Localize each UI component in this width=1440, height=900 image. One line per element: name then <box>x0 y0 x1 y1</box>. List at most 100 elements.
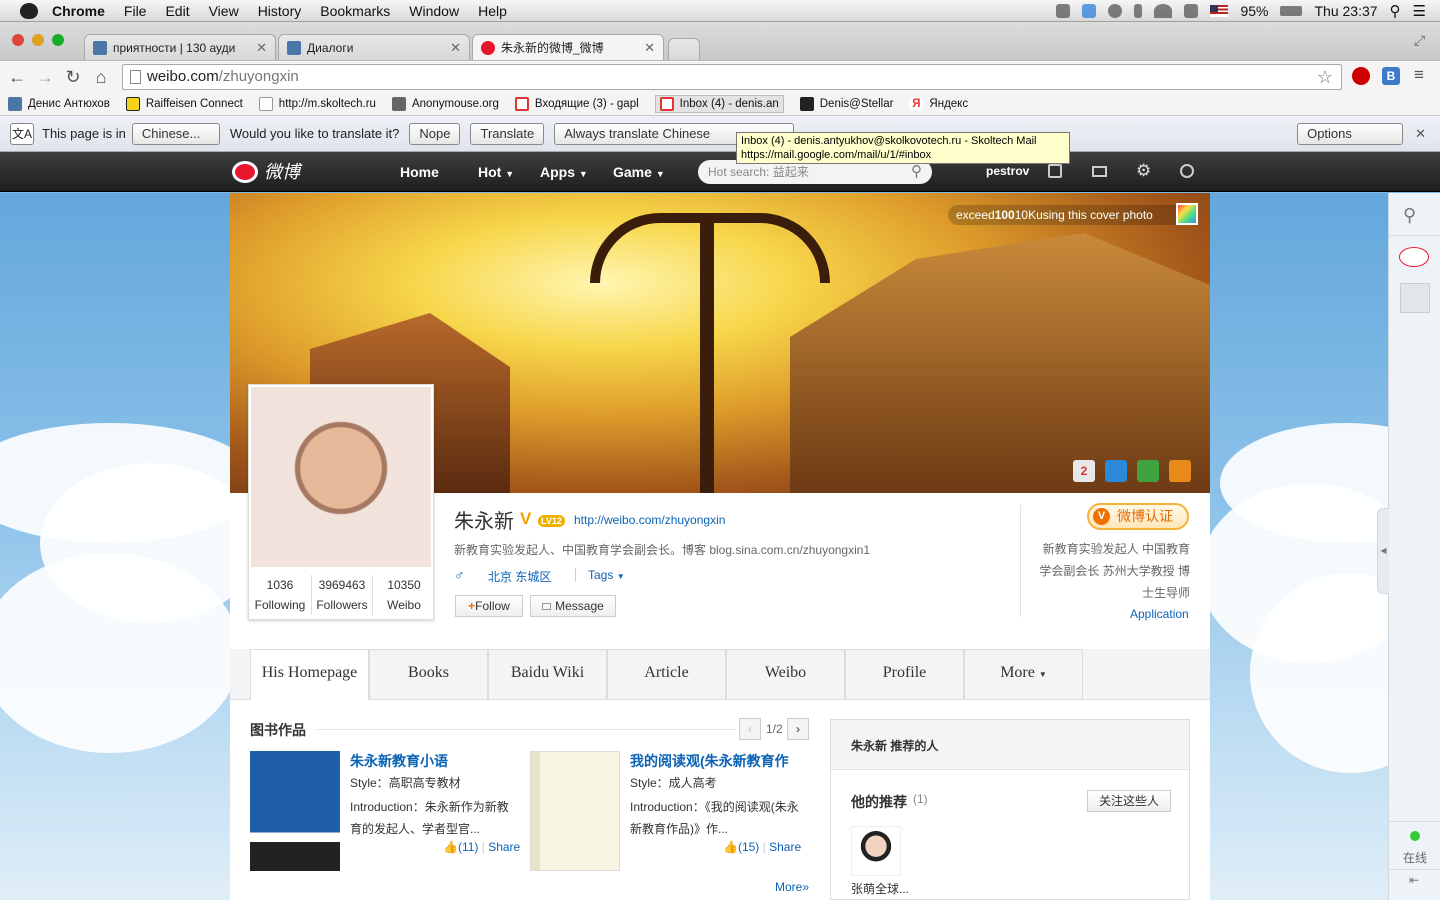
wifi-icon[interactable] <box>1154 3 1173 18</box>
like-count[interactable]: (15) <box>738 840 759 854</box>
bookmark-item[interactable]: Denis@Stellar <box>799 96 893 111</box>
tab-his-homepage[interactable]: His Homepage <box>250 649 369 700</box>
avatar[interactable] <box>1400 283 1430 313</box>
weibo-verified-badge[interactable]: V 微博认证 <box>1087 503 1189 530</box>
battery-icon[interactable] <box>1280 5 1303 16</box>
tags-link[interactable]: Tags ▼ <box>575 568 625 582</box>
sina-logo-icon[interactable] <box>1399 247 1429 267</box>
bookmark-item[interactable]: Денис Антюхов <box>8 96 110 111</box>
logout-icon[interactable] <box>1180 164 1194 178</box>
close-icon[interactable]: ✕ <box>256 40 267 56</box>
bookmark-item[interactable]: Raiffeisen Connect <box>125 96 243 111</box>
reload-icon[interactable]: ↻ <box>62 66 84 88</box>
verified-v-icon[interactable]: V <box>520 509 531 529</box>
zoom-window-button[interactable] <box>52 34 64 46</box>
search-icon[interactable]: ⚲ <box>1403 205 1416 226</box>
dropbox-icon[interactable] <box>1082 3 1097 18</box>
nav-home[interactable]: Home <box>400 152 439 192</box>
menu-window[interactable]: Window <box>409 3 459 19</box>
back-icon[interactable]: ← <box>6 66 28 88</box>
tab-books[interactable]: Books <box>369 649 488 699</box>
location-link[interactable]: 北京 东城区 <box>488 568 551 585</box>
time-machine-icon[interactable] <box>1108 3 1123 18</box>
menu-edit[interactable]: Edit <box>165 3 189 19</box>
application-link[interactable]: Application <box>1130 607 1189 621</box>
pager-next-button[interactable]: › <box>787 718 809 740</box>
minimize-window-button[interactable] <box>32 34 44 46</box>
menu-bookmarks[interactable]: Bookmarks <box>320 3 390 19</box>
level-badge[interactable]: LV12 <box>538 515 565 527</box>
close-icon[interactable]: ✕ <box>1415 126 1426 142</box>
options-select[interactable]: Options <box>1297 122 1404 145</box>
recommend-person-name[interactable]: 张萌全球... <box>851 880 909 897</box>
follow-button[interactable]: +Follow <box>455 595 523 617</box>
compose-icon[interactable] <box>1048 164 1062 178</box>
books-more-link[interactable]: More» <box>775 880 809 894</box>
close-window-button[interactable] <box>12 34 24 46</box>
bookmark-item[interactable]: http://m.skoltech.ru <box>258 96 376 111</box>
close-icon[interactable]: ✕ <box>450 40 461 56</box>
bluetooth-icon[interactable] <box>1134 3 1143 18</box>
bookmark-item[interactable]: Входящие (3) - gapl <box>514 96 639 111</box>
nav-hot[interactable]: Hot ▼ <box>478 152 514 192</box>
expand-chat-icon[interactable]: ⇤ <box>1409 873 1419 887</box>
nope-button[interactable]: Nope <box>409 122 461 145</box>
extension-b-icon[interactable]: B <box>1382 67 1400 85</box>
bookmark-star-icon[interactable]: ☆ <box>1317 65 1333 89</box>
menu-history[interactable]: History <box>258 3 302 19</box>
us-flag-icon[interactable] <box>1210 4 1229 17</box>
like-count[interactable]: (11) <box>458 840 478 854</box>
collapse-handle[interactable]: ◀ <box>1377 508 1389 594</box>
anniversary-badge-icon[interactable]: 2 <box>1073 460 1095 482</box>
share-link[interactable]: Share <box>488 840 520 854</box>
tab-baidu-wiki[interactable]: Baidu Wiki <box>488 649 607 699</box>
avatar[interactable] <box>251 387 431 567</box>
tab-more[interactable]: More ▼ <box>964 649 1083 699</box>
tab-dialogs[interactable]: Диалоги ✕ <box>278 34 470 60</box>
clock[interactable]: Thu 23:37 <box>1314 3 1377 19</box>
language-select[interactable]: Chinese... <box>131 122 220 145</box>
follow-all-button[interactable]: 关注这些人 <box>1087 790 1171 812</box>
like-icon[interactable]: 👍 <box>443 840 458 854</box>
home-icon[interactable]: ⌂ <box>90 66 112 88</box>
tab-weibo[interactable]: Weibo <box>726 649 845 699</box>
nav-game[interactable]: Game ▼ <box>613 152 665 192</box>
message-button[interactable]: Message <box>530 595 616 617</box>
menu-app[interactable]: Chrome <box>52 3 105 19</box>
online-label[interactable]: 在线 <box>1403 849 1427 866</box>
menu-file[interactable]: File <box>124 3 147 19</box>
book-cover[interactable] <box>250 751 340 871</box>
bookmark-item[interactable]: Я Яндекс <box>909 96 968 111</box>
tab-weibo[interactable]: 朱永新的微博_微博 ✕ <box>472 34 664 60</box>
apple-icon[interactable] <box>20 2 38 19</box>
badge-icon[interactable] <box>1105 460 1127 482</box>
book-cover[interactable] <box>530 751 620 871</box>
address-bar[interactable]: weibo.com/zhuyongxin ☆ <box>122 64 1342 90</box>
profile-url-link[interactable]: http://weibo.com/zhuyongxin <box>574 513 725 527</box>
like-icon[interactable]: 👍 <box>723 840 738 854</box>
close-icon[interactable]: ✕ <box>644 40 655 56</box>
volume-icon[interactable] <box>1184 3 1199 18</box>
new-tab-button[interactable] <box>668 38 700 60</box>
recommend-avatar[interactable] <box>851 826 901 876</box>
tab-article[interactable]: Article <box>607 649 726 699</box>
spotlight-icon[interactable]: ⚲ <box>1390 2 1401 20</box>
book-title-link[interactable]: 我的阅读观(朱永新教育作 <box>630 751 789 771</box>
stat-weibo[interactable]: 10350 Weibo <box>373 575 435 615</box>
fullscreen-icon[interactable]: ⤢ <box>1414 32 1425 49</box>
book-title-link[interactable]: 朱永新教育小语 <box>350 751 448 771</box>
menu-view[interactable]: View <box>209 3 239 19</box>
mail-icon[interactable] <box>1092 166 1107 177</box>
translate-button[interactable]: Translate <box>470 122 545 145</box>
tab-profile[interactable]: Profile <box>845 649 964 699</box>
adblock-icon[interactable] <box>1352 67 1370 85</box>
menu-icon[interactable]: ≡ <box>1414 65 1424 85</box>
gear-icon[interactable]: ⚙ <box>1136 161 1151 181</box>
pager-prev-button[interactable]: ‹ <box>739 718 761 740</box>
badge-icon[interactable] <box>1169 460 1191 482</box>
bookmark-item[interactable]: Anonymouse.org <box>391 96 499 111</box>
weibo-logo-text[interactable]: 微博 <box>264 152 300 192</box>
stat-following[interactable]: 1036 Following <box>249 575 311 615</box>
battery-percent[interactable]: 95% <box>1240 3 1268 19</box>
notification-center-icon[interactable]: ☰ <box>1413 2 1426 20</box>
